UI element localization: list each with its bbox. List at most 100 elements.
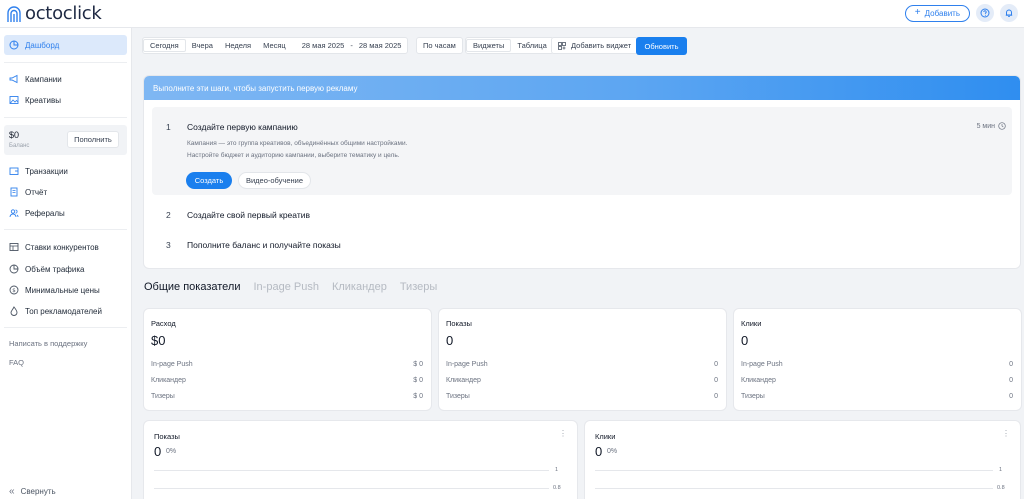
add-widget-button[interactable]: Добавить виджет xyxy=(551,37,639,54)
create-campaign-button[interactable]: Создать xyxy=(186,172,232,189)
chart-card-clicks: Клики 0 0% ⋮ 1 0.8 xyxy=(585,421,1020,499)
sidebar: Дашборд Кампании Креативы $0 Баланс Попо… xyxy=(0,28,132,499)
add-button[interactable]: + Добавить xyxy=(904,4,970,22)
group-by-select[interactable]: По часам xyxy=(416,37,463,54)
y-tick-label: 1 xyxy=(999,467,1003,473)
step-title-balance[interactable]: Пополните баланс и получайте показы xyxy=(187,240,341,250)
grid-line xyxy=(595,470,993,471)
stat-row-label: In-page Push xyxy=(151,361,193,368)
sidebar-item-label: Креативы xyxy=(25,95,61,105)
group-by-label: По часам xyxy=(423,41,456,50)
period-yesterday[interactable]: Вчера xyxy=(186,39,219,52)
tab-teasers[interactable]: Тизеры xyxy=(400,281,437,293)
dollar-circle-icon: $ xyxy=(9,285,19,295)
more-vertical-icon[interactable]: ⋮ xyxy=(1002,429,1010,438)
chart-change: 0% xyxy=(166,448,177,455)
sidebar-item-min-prices[interactable]: $ Минимальные цены xyxy=(4,280,127,300)
stat-card-spend: Расход $0 In-page Push $ 0 Кликандер $ 0 Т… xyxy=(144,309,431,410)
tab-inpage-push[interactable]: In-page Push xyxy=(254,281,319,293)
flame-icon xyxy=(9,306,19,316)
sidebar-item-creatives[interactable]: Креативы xyxy=(4,90,127,110)
stat-row-value: 0 xyxy=(1009,361,1013,368)
grid-line xyxy=(154,488,549,489)
chart-card-impressions: Показы 0 0% ⋮ 1 0.8 xyxy=(144,421,577,499)
widgets-icon xyxy=(558,41,566,50)
period-selector: Сегодня Вчера Неделя Месяц 28 мая 2025 -… xyxy=(142,37,409,54)
stat-row-label: Тизеры xyxy=(741,393,765,400)
stat-row: In-page Push 0 xyxy=(446,361,718,368)
faq-link[interactable]: FAQ xyxy=(9,358,24,367)
stat-row-value: $ 0 xyxy=(413,361,423,368)
step-title-creative[interactable]: Создайте свой первый креатив xyxy=(187,210,310,220)
stat-row: Тизеры 0 xyxy=(741,393,1013,400)
view-table[interactable]: Таблица xyxy=(511,39,552,52)
view-switcher: Виджеты Таблица xyxy=(465,37,554,54)
stat-row-label: In-page Push xyxy=(446,361,488,368)
stat-row-label: In-page Push xyxy=(741,361,783,368)
step-number: 1 xyxy=(166,122,171,132)
onboarding-step-1: 1 Создайте первую кампанию 5 мин Кампани… xyxy=(152,107,1012,195)
sidebar-item-report[interactable]: Отчёт xyxy=(4,182,127,202)
divider xyxy=(4,327,127,328)
stat-card-impressions: Показы 0 In-page Push 0 Кликандер 0 Тизеры… xyxy=(439,309,726,410)
sidebar-item-label: Рефералы xyxy=(25,208,65,218)
stat-row-label: Кликандер xyxy=(151,377,186,384)
divider xyxy=(4,62,127,63)
grid-line xyxy=(154,470,549,471)
video-tutorial-button[interactable]: Видео-обучение xyxy=(238,172,311,189)
sidebar-item-dashboard[interactable]: Дашборд xyxy=(4,35,127,55)
sidebar-item-competitor-bids[interactable]: Ставки конкурентов xyxy=(4,237,127,257)
sidebar-item-label: Топ рекламодателей xyxy=(25,306,102,316)
collapse-button[interactable]: « Свернуть xyxy=(9,486,56,497)
sidebar-item-campaigns[interactable]: Кампании xyxy=(4,69,127,89)
period-today[interactable]: Сегодня xyxy=(143,39,186,52)
logo[interactable]: octoclick xyxy=(6,3,102,24)
stat-row-value: 0 xyxy=(1009,377,1013,384)
step-number: 3 xyxy=(166,240,171,250)
onboarding-header: Выполните эти шаги, чтобы запустить перв… xyxy=(144,76,1020,100)
y-tick-label: 1 xyxy=(555,467,559,473)
sidebar-item-traffic-volume[interactable]: Объём трафика xyxy=(4,259,127,279)
sidebar-item-label: Дашборд xyxy=(25,40,60,50)
period-week[interactable]: Неделя xyxy=(219,39,257,52)
view-widgets[interactable]: Виджеты xyxy=(466,39,512,52)
help-button[interactable] xyxy=(976,4,994,22)
balance-label: Баланс xyxy=(9,143,30,149)
chart-title: Клики xyxy=(595,432,616,441)
tab-clickunder[interactable]: Кликандер xyxy=(332,281,387,293)
stat-row: In-page Push $ 0 xyxy=(151,361,423,368)
period-month[interactable]: Месяц xyxy=(257,39,292,52)
y-tick-label: 0.8 xyxy=(997,485,1005,491)
clock-icon xyxy=(998,122,1006,130)
date-range[interactable]: 28 мая 2025 - 28 мая 2025 xyxy=(292,39,408,52)
wallet-icon xyxy=(9,166,19,176)
stat-value: 0 xyxy=(446,333,454,348)
octopus-logo-icon xyxy=(7,5,21,22)
sidebar-item-top-advertisers[interactable]: Топ рекламодателей xyxy=(4,301,127,321)
tab-overview[interactable]: Общие показатели xyxy=(144,281,241,293)
sidebar-item-label: Минимальные цены xyxy=(25,285,100,295)
more-vertical-icon[interactable]: ⋮ xyxy=(559,429,567,438)
date-separator: - xyxy=(350,41,353,50)
plus-icon: + xyxy=(914,7,921,18)
topup-button[interactable]: Пополнить xyxy=(67,131,119,148)
stat-row-label: Тизеры xyxy=(151,393,175,400)
sidebar-item-transactions[interactable]: Транзакции xyxy=(4,161,127,181)
sidebar-item-referrals[interactable]: Рефералы xyxy=(4,203,127,223)
stat-row: Кликандер 0 xyxy=(741,377,1013,384)
step-description: Настройте бюджет и аудиторию кампании, в… xyxy=(187,152,400,159)
update-button[interactable]: Обновить xyxy=(636,37,687,55)
stats-tabs: Общие показатели In-page Push Кликандер … xyxy=(144,281,437,293)
stat-value: $0 xyxy=(151,333,166,348)
stat-row-value: 0 xyxy=(714,393,718,400)
top-bar: octoclick + Добавить xyxy=(0,0,1024,28)
megaphone-icon xyxy=(9,74,19,84)
stat-row: Тизеры 0 xyxy=(446,393,718,400)
date-to: 28 мая 2025 xyxy=(358,41,402,50)
step-number: 2 xyxy=(166,210,171,220)
support-link[interactable]: Написать в поддержку xyxy=(9,339,87,348)
chart-title: Показы xyxy=(154,432,180,441)
add-button-label: Добавить xyxy=(924,8,960,18)
notifications-button[interactable] xyxy=(1000,4,1018,22)
users-icon xyxy=(9,208,19,218)
